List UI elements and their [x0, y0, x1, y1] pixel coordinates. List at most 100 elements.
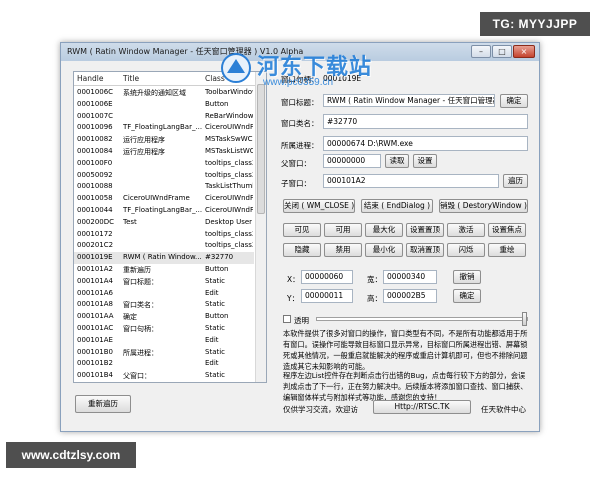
row-class: Static [205, 371, 226, 380]
list-scrollbar-thumb[interactable] [257, 84, 265, 214]
list-row[interactable]: 00050092 tooltips_class32 [74, 170, 254, 182]
row-handle: 00010084 [77, 147, 113, 155]
column-header-handle[interactable]: Handle [77, 74, 103, 83]
row-handle: 000101A6 [77, 288, 113, 297]
action-button[interactable]: 重绘 [488, 243, 526, 257]
row-title: 重新遍历 [123, 266, 151, 274]
close-wm-button[interactable]: 关闭 ( WM_CLOSE ) [283, 199, 355, 213]
list-row[interactable]: 00010084 运行应用程序 MSTaskListWClass [74, 146, 254, 158]
position-ok-button[interactable]: 确定 [453, 289, 481, 303]
action-button[interactable]: 设置置顶 [406, 223, 444, 237]
row-handle: 00010088 [77, 182, 113, 191]
row-handle: 000101AA [77, 312, 114, 321]
row-handle: 000201C2 [77, 241, 114, 250]
destroy-window-button[interactable]: 销毁 ( DestoryWindow ) [439, 199, 528, 213]
row-title: TF_FloatingLangBar_... [123, 123, 203, 132]
width-field[interactable]: 00000340 [383, 270, 437, 284]
list-row[interactable]: 0001007C ReBarWindow32 [74, 111, 254, 123]
list-row[interactable]: 000100F0 tooltips_class32 [74, 158, 254, 170]
column-header-title[interactable]: Title [123, 74, 139, 83]
action-button[interactable]: 禁用 [324, 243, 362, 257]
list-row[interactable]: 000101A2 重新遍历 Button [74, 264, 254, 276]
list-row[interactable]: 00010082 运行应用程序 MSTaskSwWClass [74, 134, 254, 146]
title-field[interactable]: RWM ( Ratin Window Manager - 任天窗口管理器 ) [323, 94, 495, 107]
maximize-button[interactable]: □ [492, 45, 512, 58]
parent-field[interactable]: 00000000 [323, 154, 381, 168]
list-row[interactable]: 00010044 TF_FloatingLangBar_... CiceroUIWn… [74, 205, 254, 217]
end-dialog-button[interactable]: 结束 ( EndDialog ) [361, 199, 433, 213]
x-label: X： [287, 275, 300, 284]
list-row[interactable]: 000101A6 Edit [74, 288, 254, 300]
list-row[interactable]: 00010088 TaskListThumbnail [74, 181, 254, 193]
row-handle: 000101B2 [77, 359, 113, 368]
list-row[interactable]: 00010172 tooltips_class32 [74, 229, 254, 241]
list-row[interactable]: 0001006E Button [74, 99, 254, 111]
list-row[interactable]: 00010058 CiceroUIWndFrame CiceroUIWndFrame [74, 193, 254, 205]
refresh-button[interactable]: 重新遍历 [75, 395, 131, 413]
row-class: MSTaskSwWClass [205, 135, 253, 144]
child-field[interactable]: 000101A2 [323, 174, 499, 188]
row-handle: 0001019E [77, 253, 113, 262]
action-button[interactable]: 可见 [283, 223, 321, 237]
list-row[interactable]: 00010096 TF_FloatingLangBar_... CiceroUIWn… [74, 122, 254, 134]
action-button[interactable]: 可用 [324, 223, 362, 237]
row-handle: 00010058 [77, 194, 113, 203]
row-title: 运行应用程序 [123, 136, 165, 145]
action-button[interactable]: 最小化 [365, 243, 403, 257]
title-label: 窗口标题： [281, 98, 319, 107]
y-field[interactable]: 00000011 [301, 289, 353, 303]
action-button[interactable]: 设置焦点 [488, 223, 526, 237]
transparency-slider-thumb[interactable] [522, 312, 527, 326]
x-field[interactable]: 00000060 [301, 270, 353, 284]
list-row[interactable]: 000101AE Edit [74, 335, 254, 347]
description-paragraph-1: 本软件提供了很多对窗口的操作，窗口类型有不同，不是所有功能都适用于所有窗口。误操… [283, 329, 528, 371]
list-row[interactable]: 000101A4 窗口标题： Static [74, 276, 254, 288]
read-button[interactable]: 读取 [385, 154, 409, 168]
action-button[interactable]: 最大化 [365, 223, 403, 237]
class-field[interactable]: #32770 [323, 114, 528, 129]
process-field[interactable]: 00000674 D:\RWM.exe [323, 136, 528, 151]
undo-button[interactable]: 撤销 [453, 270, 481, 284]
row-handle: 0001006E [77, 99, 113, 108]
row-class: tooltips_class32 [205, 158, 253, 167]
list-row[interactable]: 000101AA 确定 Button [74, 311, 254, 323]
list-row[interactable]: 000101A8 窗口类名： Static [74, 299, 254, 311]
list-row[interactable]: 000201C2 tooltips_class32 [74, 240, 254, 252]
transparency-slider[interactable] [316, 317, 528, 321]
window-list[interactable]: Handle Title Class 0001006C 系统升级的通知区域 Tool… [73, 71, 267, 383]
list-scrollbar[interactable] [255, 72, 266, 382]
site-banner: www.cdtzlsy.com [6, 442, 136, 468]
list-row[interactable]: 000101B2 Edit [74, 358, 254, 370]
list-row[interactable]: 000101AC 窗口句柄： Static [74, 323, 254, 335]
row-class: tooltips_class32 [205, 170, 253, 179]
row-handle: 000101A2 [77, 265, 113, 273]
action-button[interactable]: 取消置顶 [406, 243, 444, 257]
row-handle: 000101AE [77, 335, 113, 344]
process-label: 所属进程： [281, 141, 319, 150]
action-button[interactable]: 激活 [447, 223, 485, 237]
set-button[interactable]: 设置 [413, 154, 437, 168]
row-title: 窗口标题： [123, 277, 158, 286]
website-link-button[interactable]: Http://RTSC.TK [373, 400, 471, 414]
action-button[interactable]: 闪烁 [447, 243, 485, 257]
row-title: TF_FloatingLangBar_... [123, 206, 203, 214]
minimize-button[interactable]: – [471, 45, 491, 58]
title-confirm-button[interactable]: 确定 [500, 94, 528, 108]
row-class: tooltips_class32 [205, 241, 253, 250]
row-handle: 00050092 [77, 170, 113, 179]
list-row[interactable]: 000200DC Test Desktop User Pic [74, 217, 254, 229]
list-row[interactable]: 0001019E RWM ( Ratin Window... #32770 [74, 252, 254, 265]
row-handle: 00010096 [77, 123, 113, 132]
transparency-checkbox[interactable] [283, 315, 291, 323]
close-button[interactable]: × [513, 45, 535, 58]
traverse-button[interactable]: 遍历 [503, 174, 528, 188]
row-class: Static [205, 324, 226, 332]
height-field[interactable]: 000002B5 [383, 289, 437, 303]
class-label: 窗口类名： [281, 119, 319, 128]
list-row[interactable]: 000101B0 所属进程： Static [74, 347, 254, 359]
row-class: TaskListThumbnail [205, 182, 253, 191]
action-button[interactable]: 隐藏 [283, 243, 321, 257]
row-class: MSTaskListWClass [205, 147, 253, 155]
app-window: RWM ( Ratin Window Manager - 任天窗口管理器 ) V… [60, 42, 540, 432]
list-row[interactable]: 000101B4 父窗口： Static [74, 370, 254, 382]
